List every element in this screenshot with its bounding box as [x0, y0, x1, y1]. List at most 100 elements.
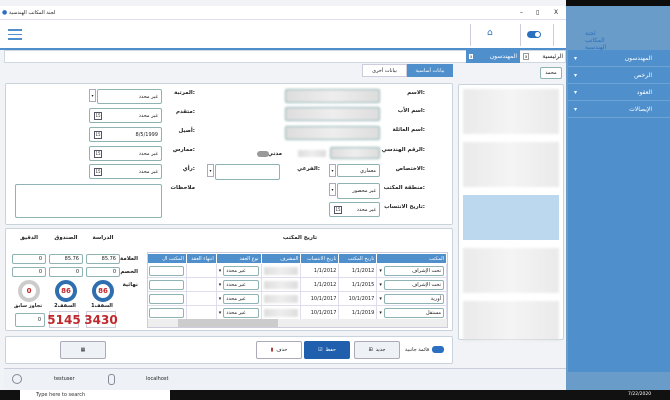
join-date-cell[interactable]: 10/1/2017	[300, 305, 340, 320]
tab-close-icon[interactable]: x	[469, 54, 474, 59]
save-button[interactable]: ☑ حفظ	[304, 341, 350, 359]
discount-field[interactable]: 0	[49, 267, 83, 277]
specialty-select[interactable]: معماري	[337, 164, 380, 177]
office-select[interactable]: أورية	[383, 293, 444, 304]
list-item[interactable]	[463, 142, 559, 187]
chevron-down-icon[interactable]: ▾	[329, 164, 336, 177]
calendar-icon[interactable]: 15	[334, 205, 342, 214]
office-date-cell[interactable]: 1/1/2012	[338, 263, 378, 278]
office-select[interactable]: تحت الإشراف	[383, 279, 444, 290]
advanced-date[interactable]: 15 غير محدد	[89, 108, 162, 123]
discount-field[interactable]: 0	[12, 267, 46, 277]
hamburger-icon[interactable]	[8, 29, 22, 40]
column-header[interactable]: المكتب	[376, 253, 447, 264]
rank-select[interactable]: غير محدد	[97, 89, 162, 104]
column-header[interactable]: المشرف	[260, 253, 302, 264]
tab-engineers[interactable]: المهندسون x	[466, 50, 520, 63]
table-row[interactable]: أورية ▾ 10/1/2017 10/1/2017 غير محدد ▾	[148, 291, 447, 306]
column-header[interactable]: تاريخ المكتب	[338, 253, 378, 264]
table-row[interactable]: مستقل ▾ 1/1/2019 10/1/2017 غير محدد ▾	[148, 305, 447, 320]
subtab-other[interactable]: بيانات أخرى	[362, 64, 407, 77]
office-date-cell[interactable]: 10/1/2017	[338, 291, 378, 306]
previous-excess-field[interactable]: 0	[15, 313, 45, 327]
sub-select[interactable]	[215, 164, 280, 180]
chevron-down-icon[interactable]: ▾	[379, 268, 382, 274]
region-select[interactable]: غير محصور	[337, 183, 380, 199]
sidebar-item-receipts[interactable]: الإيصالات ▾	[568, 101, 670, 118]
horizontal-scrollbar[interactable]	[148, 319, 447, 327]
calculator-button[interactable]: ▦	[60, 341, 106, 359]
civil-toggle[interactable]	[257, 151, 269, 157]
supervisor-cell[interactable]	[260, 291, 302, 306]
chevron-down-icon[interactable]: ▾	[219, 310, 222, 316]
family-field[interactable]	[285, 126, 380, 140]
original-date[interactable]: 15 8/5/1999	[89, 127, 162, 142]
tab-home[interactable]: الرئيسية x	[520, 50, 566, 63]
list-item[interactable]	[463, 301, 559, 341]
engineer-list[interactable]	[458, 84, 564, 341]
calendar-icon[interactable]: 15	[94, 149, 102, 158]
supervisor-cell[interactable]	[260, 277, 302, 292]
column-header[interactable]: تاريخ الانتساب	[300, 253, 340, 264]
mark-field[interactable]: 0	[12, 254, 46, 264]
chevron-down-icon[interactable]: ▾	[379, 296, 382, 302]
subtab-basic[interactable]: بيانات أساسية	[407, 64, 453, 77]
office-cell-input[interactable]	[149, 293, 184, 304]
contract-select[interactable]: غير محدد	[223, 279, 259, 290]
eng-no-field[interactable]	[330, 147, 380, 159]
minimize-button[interactable]: –	[520, 9, 523, 16]
contract-select[interactable]: غير محدد	[223, 265, 259, 276]
calendar-icon[interactable]: 15	[94, 111, 102, 120]
contract-end-cell[interactable]	[185, 305, 217, 320]
office-cell-input[interactable]	[149, 265, 184, 276]
list-item-selected[interactable]	[463, 195, 559, 240]
contract-end-cell[interactable]	[185, 291, 217, 306]
contract-select[interactable]: غير محدد	[223, 293, 259, 304]
table-row[interactable]: تحت الإشراف ▾ 1/1/2012 1/1/2012 غير محدد ▾	[148, 263, 447, 278]
column-header[interactable]: نوع العقد	[215, 253, 262, 264]
join-date-cell[interactable]: 1/1/2012	[300, 277, 340, 292]
join-date-cell[interactable]: 10/1/2017	[300, 291, 340, 306]
opinion-date[interactable]: 15 غير محدد	[89, 164, 162, 179]
chevron-down-icon[interactable]: ▾	[89, 89, 96, 102]
chevron-down-icon[interactable]: ▾	[219, 282, 222, 288]
practicing-date[interactable]: 15 غير محدد	[89, 146, 162, 161]
sidebar-item-contracts[interactable]: العقود ▾	[568, 84, 670, 101]
toggle-icon[interactable]	[527, 31, 541, 38]
office-cell-input[interactable]	[149, 307, 184, 318]
office-select[interactable]: مستقل	[383, 307, 444, 318]
name-field[interactable]	[285, 89, 380, 103]
office-date-cell[interactable]: 1/1/2015	[338, 277, 378, 292]
chevron-down-icon[interactable]: ▾	[379, 310, 382, 316]
chevron-down-icon[interactable]: ▾	[379, 282, 382, 288]
sidebar-item-engineers[interactable]: المهندسون ▾	[568, 50, 670, 67]
chevron-down-icon[interactable]: ▾	[329, 183, 336, 196]
notes-textarea[interactable]	[15, 184, 162, 218]
chevron-down-icon[interactable]: ▾	[207, 164, 214, 177]
close-button[interactable]: X	[554, 9, 558, 16]
maximize-button[interactable]: ▯	[536, 9, 539, 16]
office-date-cell[interactable]: 1/1/2019	[338, 305, 378, 320]
chevron-down-icon[interactable]: ▾	[219, 268, 222, 274]
office-select[interactable]: تحت الإشراف	[383, 265, 444, 276]
taskbar-search[interactable]: Type here to search	[20, 390, 170, 400]
column-header[interactable]: المكتب ال	[148, 253, 187, 264]
search-input[interactable]: محمد	[540, 67, 562, 79]
contract-end-cell[interactable]	[185, 263, 217, 278]
mark-field[interactable]: 85.76	[49, 254, 83, 264]
join-date-cell[interactable]: 1/1/2012	[300, 263, 340, 278]
chevron-down-icon[interactable]: ▾	[219, 296, 222, 302]
home-icon[interactable]: ⌂	[487, 28, 493, 38]
sidebar-item-licenses[interactable]: الرخص ▾	[568, 67, 670, 84]
mark-field[interactable]: 85.76	[86, 254, 120, 264]
list-item[interactable]	[463, 89, 559, 134]
contract-select[interactable]: غير محدد	[223, 307, 259, 318]
contract-end-cell[interactable]	[185, 277, 217, 292]
office-cell-input[interactable]	[149, 279, 184, 290]
father-field[interactable]	[285, 107, 380, 121]
delete-button[interactable]: ▮ حذف	[256, 341, 302, 359]
tab-close-icon[interactable]: x	[523, 53, 530, 60]
supervisor-cell[interactable]	[260, 263, 302, 278]
discount-field[interactable]: 0	[86, 267, 120, 277]
new-button[interactable]: ⊞ جديد	[354, 341, 400, 359]
